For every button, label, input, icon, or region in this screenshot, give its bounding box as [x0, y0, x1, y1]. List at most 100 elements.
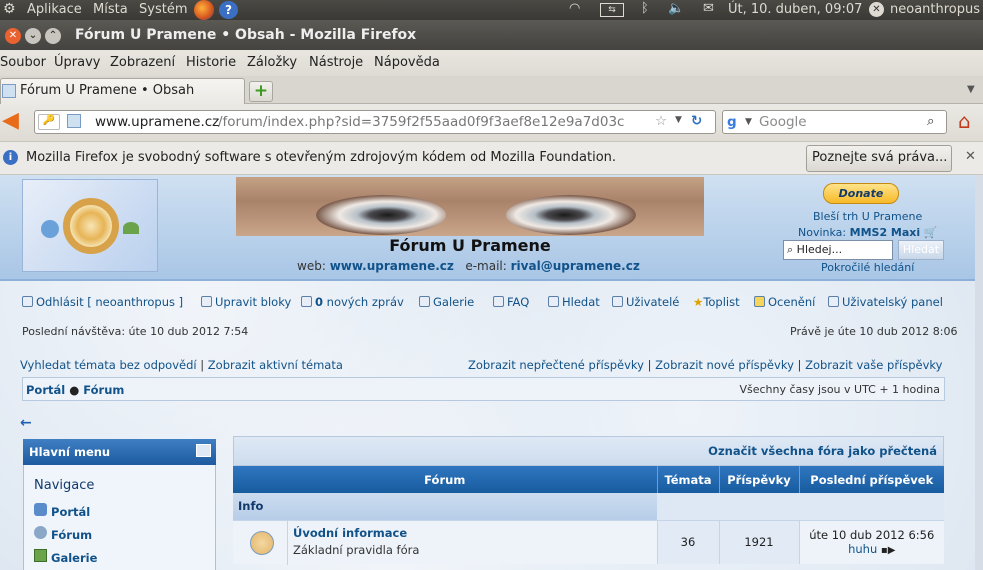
unanswered-topics-link[interactable]: Vyhledat témata bez odpovědí — [20, 358, 197, 372]
notification-close-icon[interactable]: ✕ — [965, 149, 976, 164]
forum-header-row: Fórum Témata Příspěvky Poslední příspěve… — [233, 466, 944, 493]
breadcrumb-forum[interactable]: Fórum — [83, 383, 124, 397]
mail-icon[interactable]: ✉ — [703, 1, 714, 16]
header-search-input[interactable]: ⌕ Hledej... — [783, 240, 893, 260]
mark-all-read-link[interactable]: Označit všechna fóra jako přečtená — [708, 444, 937, 458]
google-engine-icon[interactable]: g — [727, 114, 737, 130]
system-menu[interactable]: Systém — [139, 2, 187, 17]
url-domain: www.upramene.cz — [95, 114, 220, 130]
gallery-sidebar-icon — [34, 549, 47, 562]
maximize-window-icon[interactable]: ⌃ — [45, 28, 61, 44]
menu-view[interactable]: Zobrazení — [110, 55, 175, 70]
breadcrumb-portal[interactable]: Portál — [26, 383, 65, 397]
header-search-button[interactable]: Hledat — [898, 240, 944, 260]
reload-icon[interactable]: ↻ — [691, 113, 702, 129]
menu-help[interactable]: Nápověda — [374, 55, 440, 70]
web-page: Fórum U Pramene web: www.upramene.cz e-m… — [0, 175, 983, 570]
forum-posts-count: 1921 — [718, 519, 799, 564]
category-info[interactable]: Info — [233, 493, 657, 520]
collapse-block-icon[interactable] — [196, 444, 211, 457]
notification-message: Mozilla Firefox je svobodný software s o… — [26, 150, 617, 165]
bluetooth-icon[interactable]: ᛒ — [641, 1, 649, 16]
session-user[interactable]: neoanthropus — [890, 2, 980, 17]
close-window-icon[interactable]: ✕ — [5, 28, 21, 44]
faq-link[interactable]: FAQ — [493, 295, 529, 309]
collapse-arrow-icon[interactable]: ← — [20, 415, 32, 431]
menu-tools[interactable]: Nástroje — [309, 55, 363, 70]
url-dropdown-icon[interactable]: ▼ — [675, 115, 682, 125]
search-icon[interactable]: ⌕ — [927, 113, 935, 129]
forum-logo[interactable] — [22, 179, 158, 272]
new-posts-link[interactable]: Zobrazit nové příspěvky — [655, 358, 794, 372]
header-banner-image — [236, 177, 704, 236]
advanced-search-link[interactable]: Pokročilé hledání — [821, 261, 914, 274]
bookmark-star-icon[interactable]: ☆ — [655, 113, 667, 129]
sidebar-item-portal[interactable]: Portál — [34, 503, 90, 519]
edit-blocks-label: Upravit bloky — [215, 295, 292, 309]
session-icon[interactable]: ✕ — [869, 2, 884, 17]
view-latest-post-icon[interactable]: ▪▶ — [881, 545, 895, 556]
unread-posts-link[interactable]: Zobrazit nepřečtené příspěvky — [468, 358, 644, 372]
promo-news-value: MMS2 Maxi — [849, 226, 921, 239]
header-search-icon: ⌕ — [787, 243, 794, 256]
menu-file[interactable]: Soubor — [0, 55, 46, 70]
new-messages-link[interactable]: 0 nových zpráv — [301, 295, 404, 309]
breadcrumb-trail: Portál ● Fórum — [26, 383, 125, 397]
email-link[interactable]: rival@upramene.cz — [511, 259, 640, 273]
email-label: e-mail: — [465, 259, 507, 273]
forum-icon — [34, 526, 47, 539]
gallery-link[interactable]: Galerie — [419, 295, 474, 309]
search-bar[interactable]: g ▼ Google ⌕ — [722, 110, 947, 134]
search-nav-icon — [548, 296, 559, 307]
users-label: Uživatelé — [626, 295, 680, 309]
know-your-rights-button[interactable]: Poznejte svá práva... — [806, 145, 952, 172]
menu-edit[interactable]: Úpravy — [54, 55, 100, 70]
home-icon[interactable]: ⌂ — [958, 108, 971, 134]
forum-read-icon — [250, 530, 274, 555]
sidebar-item-forum[interactable]: Fórum — [34, 526, 92, 542]
back-icon[interactable]: ◀ — [2, 108, 19, 134]
applications-menu[interactable]: Aplikace — [27, 2, 82, 17]
edit-blocks-icon — [201, 296, 212, 307]
sidebar-item-gallery[interactable]: Galerie — [34, 549, 97, 565]
wifi-icon[interactable]: ◠ — [569, 1, 580, 16]
clock[interactable]: Út, 10. duben, 09:07 — [728, 2, 862, 17]
promo-news[interactable]: Novinka: MMS2 Maxi 🛒 — [798, 226, 937, 239]
firefox-launcher-icon[interactable] — [194, 0, 214, 20]
minimize-window-icon[interactable]: ⌄ — [25, 28, 41, 44]
your-posts-link[interactable]: Zobrazit vaše příspěvky — [805, 358, 942, 372]
battery-icon[interactable]: ⇆ — [600, 3, 624, 17]
menu-history[interactable]: Historie — [186, 55, 236, 70]
active-topics-link[interactable]: Zobrazit aktivní témata — [208, 358, 343, 372]
engine-dropdown-icon[interactable]: ▼ — [745, 117, 752, 127]
donate-button[interactable]: Donate — [823, 183, 899, 204]
timezone-info: Všechny časy jsou v UTC + 1 hodina — [739, 383, 940, 396]
tab-active[interactable]: Fórum U Pramene • Obsah — [0, 78, 245, 105]
ubuntu-logo-icon[interactable]: ⚙ — [3, 1, 16, 17]
ratings-link[interactable]: Ocenění — [754, 295, 815, 309]
edit-blocks-link[interactable]: Upravit bloky — [201, 295, 291, 309]
user-panel-link[interactable]: Uživatelský panel — [828, 295, 943, 309]
sidebar-item-portal-label: Portál — [51, 505, 91, 519]
tab-list-icon[interactable]: ▼ — [967, 84, 975, 95]
logout-link[interactable]: Odhlásit [ neoanthropus ] — [22, 295, 183, 309]
web-link[interactable]: www.upramene.cz — [330, 259, 454, 273]
page-scrollbar[interactable] — [975, 175, 983, 570]
flea-market-link[interactable]: Bleší trh U Pramene — [813, 210, 922, 223]
new-tab-button[interactable]: + — [249, 81, 273, 102]
portal-icon — [34, 503, 47, 516]
help-icon[interactable]: ? — [219, 1, 238, 19]
places-menu[interactable]: Místa — [93, 2, 128, 17]
last-post-user[interactable]: huhu — [848, 542, 877, 556]
toplist-link[interactable]: ★Toplist — [693, 295, 740, 309]
forum-name-link[interactable]: Úvodní informace — [293, 526, 407, 540]
identity-icon[interactable]: 🔑 — [38, 114, 60, 130]
gallery-label: Galerie — [433, 295, 475, 309]
url-bar[interactable]: 🔑 www.upramene.cz /forum/index.php?sid=3… — [34, 110, 716, 134]
new-messages-label: nových zpráv — [326, 295, 404, 309]
search-link[interactable]: Hledat — [548, 295, 600, 309]
users-link[interactable]: Uživatelé — [612, 295, 679, 309]
faq-label: FAQ — [507, 295, 530, 309]
menu-bookmarks[interactable]: Záložky — [247, 55, 297, 70]
volume-icon[interactable]: 🔈 — [668, 1, 684, 16]
